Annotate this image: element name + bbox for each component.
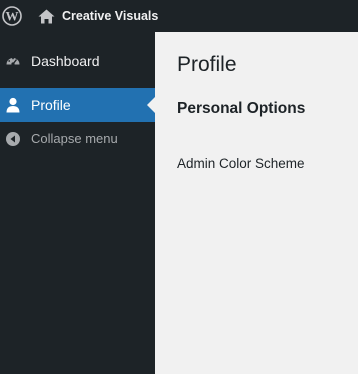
page-title: Profile (177, 53, 237, 76)
site-name-link[interactable]: Creative Visuals (38, 0, 158, 32)
collapse-arrow-icon (5, 131, 21, 147)
sidebar-item-label: Dashboard (31, 53, 100, 69)
collapse-menu-button[interactable]: Collapse menu (0, 122, 155, 156)
sidebar-item-label: Collapse menu (31, 131, 118, 146)
main-content: Profile Personal Options Admin Color Sch… (155, 32, 358, 374)
dashboard-gauge-icon (5, 53, 21, 69)
admin-sidebar: Dashboard Profile Collapse menu (0, 32, 155, 374)
section-heading: Personal Options (177, 100, 306, 117)
user-icon (5, 97, 21, 113)
admin-bar: W Creative Visuals (0, 0, 358, 32)
wordpress-logo-icon[interactable]: W (2, 6, 22, 26)
home-icon (38, 9, 55, 24)
sidebar-item-label: Profile (31, 97, 71, 113)
sidebar-item-dashboard[interactable]: Dashboard (0, 44, 155, 78)
admin-color-scheme-label: Admin Color Scheme (177, 156, 305, 171)
svg-text:W: W (6, 9, 19, 24)
sidebar-item-profile[interactable]: Profile (0, 88, 155, 122)
site-name: Creative Visuals (62, 9, 159, 23)
